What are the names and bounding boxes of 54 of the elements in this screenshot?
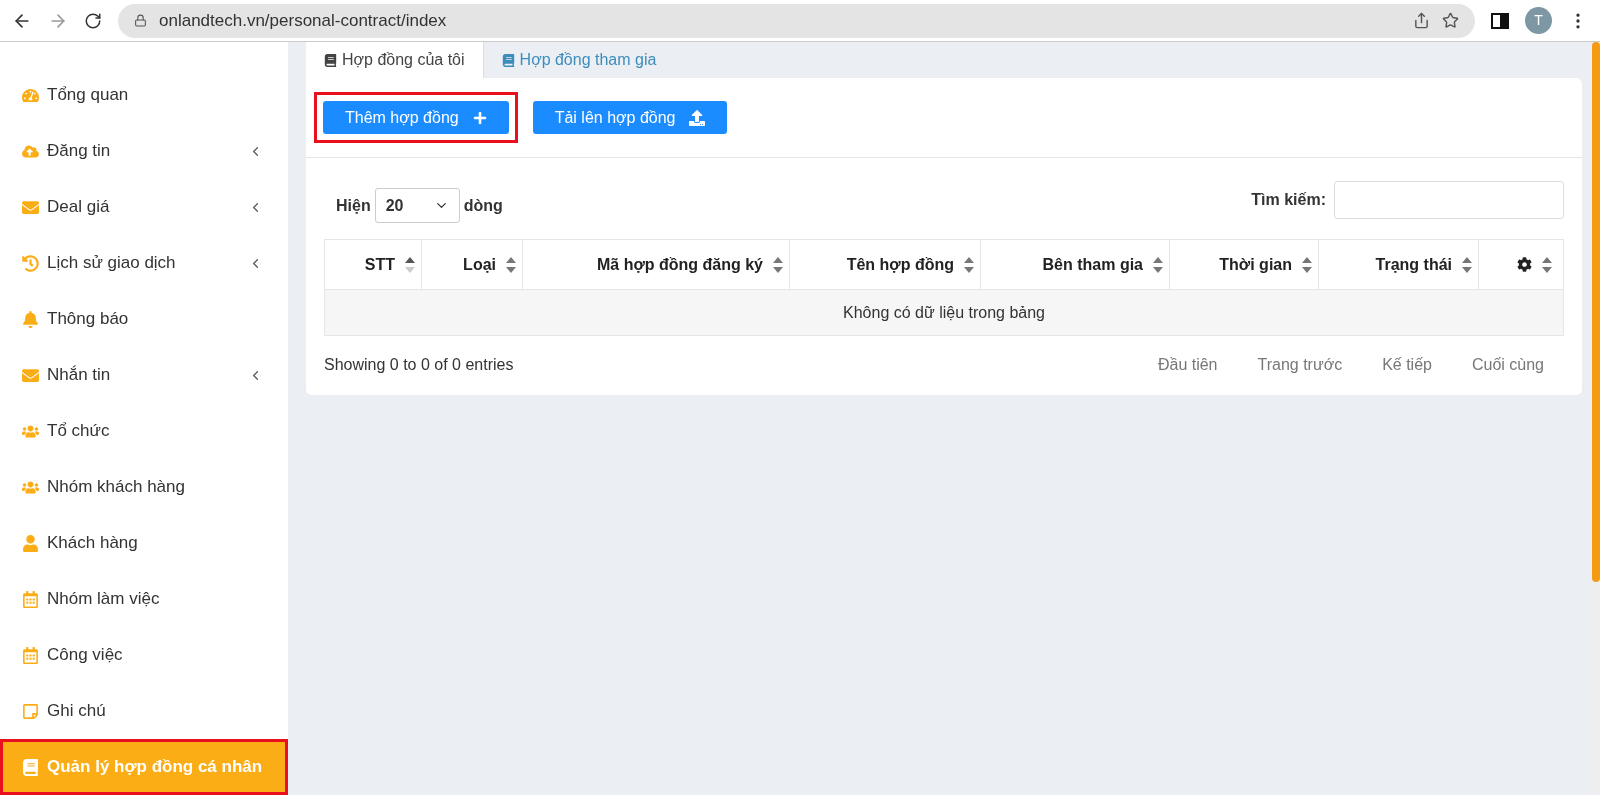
column-header[interactable]: Tên hợp đồng — [790, 240, 981, 289]
tab[interactable]: Hợp đồng của tôi — [306, 42, 484, 78]
sidebar-item[interactable]: Nhóm khách hàng — [0, 459, 288, 515]
column-header[interactable]: Thời gian — [1170, 240, 1319, 289]
book-icon — [324, 53, 337, 67]
page-length-select[interactable]: 20 — [374, 188, 460, 223]
settings-icon — [1517, 257, 1532, 272]
sidebar-item[interactable]: Deal giá — [0, 179, 288, 235]
sidebar-item[interactable]: Đăng tin — [0, 123, 288, 179]
column-header[interactable]: Trạng thái — [1319, 240, 1479, 289]
length-label: Hiện — [336, 195, 371, 216]
plus-icon — [472, 110, 487, 125]
sidebar-item[interactable]: Tổng quan — [0, 67, 288, 123]
address-bar[interactable]: onlandtech.vn/personal-contract/index — [118, 3, 1475, 38]
lock-icon — [134, 14, 147, 27]
history-icon — [22, 254, 39, 272]
side-panel-icon[interactable] — [1491, 11, 1509, 30]
book-icon — [501, 53, 515, 67]
user-icon — [22, 534, 39, 552]
pagination-link[interactable]: Đầu tiên — [1157, 353, 1218, 377]
book-icon — [22, 758, 39, 776]
table-info: Showing 0 to 0 of 0 entries — [324, 355, 514, 375]
share-icon[interactable] — [1413, 12, 1430, 29]
calendar-icon — [22, 646, 39, 664]
sidebar-item[interactable]: Công việc — [0, 627, 288, 683]
column-header[interactable]: Mã hợp đồng đăng ký — [523, 240, 790, 289]
length-label: dòng — [463, 195, 503, 216]
sidebar-item[interactable]: Ghi chú — [0, 683, 288, 739]
empty-table-message: Không có dữ liệu trong bảng — [325, 290, 1563, 335]
bell-icon — [22, 310, 39, 328]
search-field[interactable] — [1334, 180, 1564, 219]
pagination-link[interactable]: Kế tiếp — [1382, 353, 1432, 377]
sidebar-item[interactable]: Tổ chức — [0, 403, 288, 459]
sidebar-item[interactable]: Nhắn tin — [0, 347, 288, 403]
envelope-icon — [22, 198, 39, 216]
note-icon — [22, 702, 39, 720]
envelope-icon — [22, 366, 39, 384]
column-header[interactable]: STT — [325, 240, 422, 289]
pagination-link[interactable]: Cuối cùng — [1471, 353, 1544, 377]
scrollbar-thumb[interactable] — [1592, 42, 1600, 582]
sidebar-item[interactable]: Khách hàng — [0, 515, 288, 571]
column-header[interactable]: Loại — [422, 240, 523, 289]
calendar-icon — [22, 590, 39, 608]
reload-icon[interactable] — [84, 11, 102, 30]
sidebar-item[interactable]: Nhóm làm việc — [0, 571, 288, 627]
sidebar-item[interactable]: Lịch sử giao dịch — [0, 235, 288, 291]
sidebar-item[interactable]: Thông báo — [0, 291, 288, 347]
pagination-link[interactable]: Trang trước — [1257, 353, 1343, 377]
star-icon[interactable] — [1442, 12, 1459, 29]
search-label: Tìm kiếm: — [1251, 189, 1326, 210]
gauge-icon — [22, 86, 39, 104]
column-header[interactable]: Bên tham gia — [981, 240, 1170, 289]
url-text: onlandtech.vn/personal-contract/index — [159, 9, 448, 32]
upload-icon — [689, 109, 706, 126]
